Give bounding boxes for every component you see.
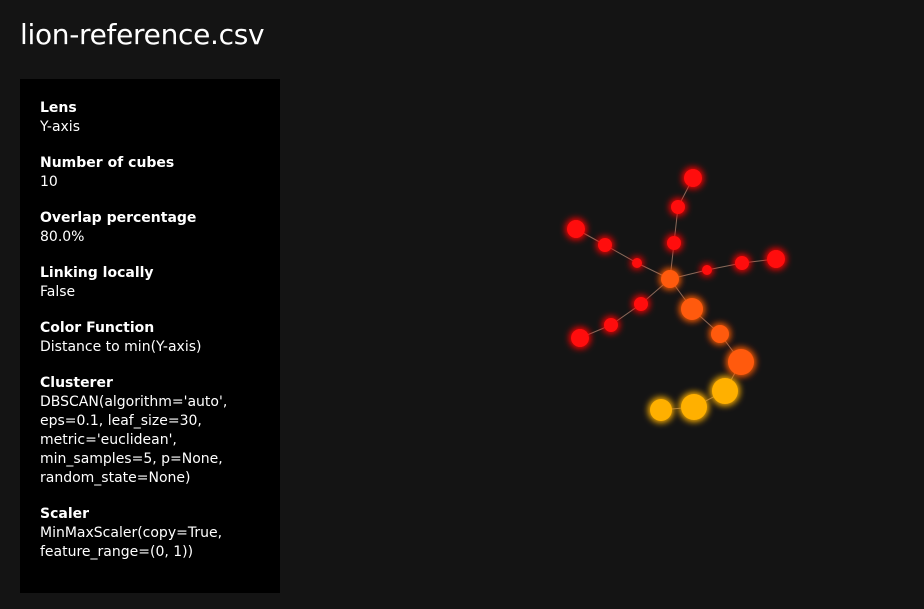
graph-node[interactable] xyxy=(735,256,749,270)
graph-node[interactable] xyxy=(681,298,703,320)
graph-node[interactable] xyxy=(667,236,681,250)
graph-node[interactable] xyxy=(712,378,738,404)
graph-node[interactable] xyxy=(671,200,685,214)
graph-node[interactable] xyxy=(702,265,712,275)
graph-node[interactable] xyxy=(604,318,618,332)
graph-node[interactable] xyxy=(650,399,672,421)
mapper-visualization: lion-reference.csv Lens Y-axis Number of… xyxy=(0,0,924,609)
graph-node[interactable] xyxy=(684,169,702,187)
graph-node[interactable] xyxy=(634,297,648,311)
graph-nodes xyxy=(567,169,785,421)
graph-node[interactable] xyxy=(681,394,707,420)
graph-node[interactable] xyxy=(711,325,729,343)
graph-node[interactable] xyxy=(571,329,589,347)
graph-node[interactable] xyxy=(728,349,754,375)
graph-node[interactable] xyxy=(767,250,785,268)
mapper-graph[interactable] xyxy=(0,0,924,609)
graph-node[interactable] xyxy=(632,258,642,268)
graph-node[interactable] xyxy=(567,220,585,238)
graph-node[interactable] xyxy=(598,238,612,252)
graph-node[interactable] xyxy=(661,270,679,288)
